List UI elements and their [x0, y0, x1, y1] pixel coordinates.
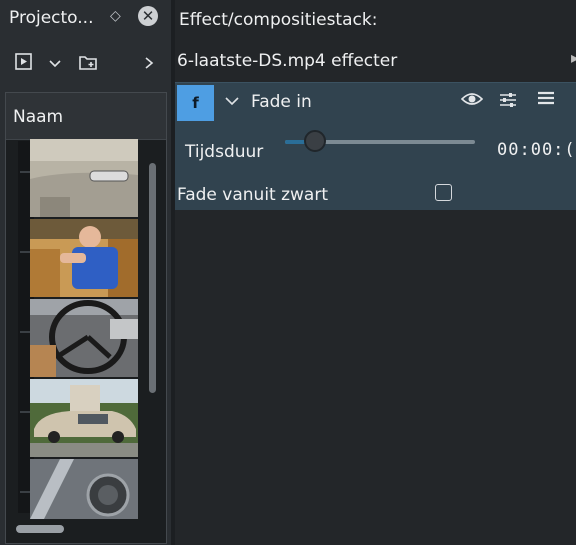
menu-icon[interactable]	[537, 90, 555, 111]
chevron-down-icon[interactable]	[224, 93, 240, 113]
chevron-right-icon[interactable]	[143, 55, 155, 74]
duration-label: Tijdsduur	[185, 142, 264, 162]
car-door-thumbnail[interactable]	[30, 139, 138, 217]
eye-icon[interactable]	[460, 91, 484, 112]
project-bin-header: Projecto... ◇ ✕	[0, 0, 171, 36]
horizontal-scrollbar[interactable]	[16, 525, 64, 533]
add-folder-icon[interactable]	[79, 53, 98, 75]
chevron-down-icon[interactable]	[48, 55, 62, 74]
effect-header[interactable]: f Fade in	[175, 83, 576, 123]
diamond-icon[interactable]: ◇	[110, 8, 121, 24]
steering-wheel-thumbnail[interactable]	[30, 299, 138, 377]
column-header[interactable]: Naam	[6, 93, 166, 140]
close-icon[interactable]: ✕	[138, 6, 158, 26]
effect-fade-in: f Fade in Tijdsduur 00:00:( Fade vanuit …	[175, 82, 576, 210]
column-header-label: Naam	[13, 107, 64, 127]
settings-sliders-icon[interactable]	[499, 91, 517, 113]
fade-from-black-label: Fade vanuit zwart	[177, 185, 329, 205]
car-in-driveway-thumbnail[interactable]	[30, 379, 138, 457]
effect-type-badge[interactable]: f	[177, 85, 214, 121]
vertical-scrollbar[interactable]	[149, 163, 156, 393]
duration-timecode[interactable]: 00:00:(	[497, 140, 576, 160]
clip-options-icon[interactable]: ▸	[571, 48, 576, 67]
headlight-thumbnail[interactable]	[30, 459, 138, 519]
project-bin-panel: Projecto... ◇ ✕ Naam	[0, 0, 171, 545]
fade-from-black-checkbox[interactable]	[435, 184, 452, 201]
clip-effects-label: 6-laatste-DS.mp4 effecter	[177, 51, 398, 71]
project-bin-list[interactable]: Naam	[5, 92, 167, 544]
duration-slider-handle[interactable]	[304, 130, 326, 152]
add-clip-icon[interactable]	[15, 53, 33, 75]
child-in-car-thumbnail[interactable]	[30, 219, 138, 297]
effect-name: Fade in	[251, 92, 312, 112]
project-bin-toolbar	[0, 44, 171, 84]
effect-stack-panel: Effect/compositiestack: 6-laatste-DS.mp4…	[175, 0, 576, 545]
project-bin-title: Projecto...	[9, 8, 94, 28]
effect-stack-title: Effect/compositiestack:	[179, 10, 378, 30]
